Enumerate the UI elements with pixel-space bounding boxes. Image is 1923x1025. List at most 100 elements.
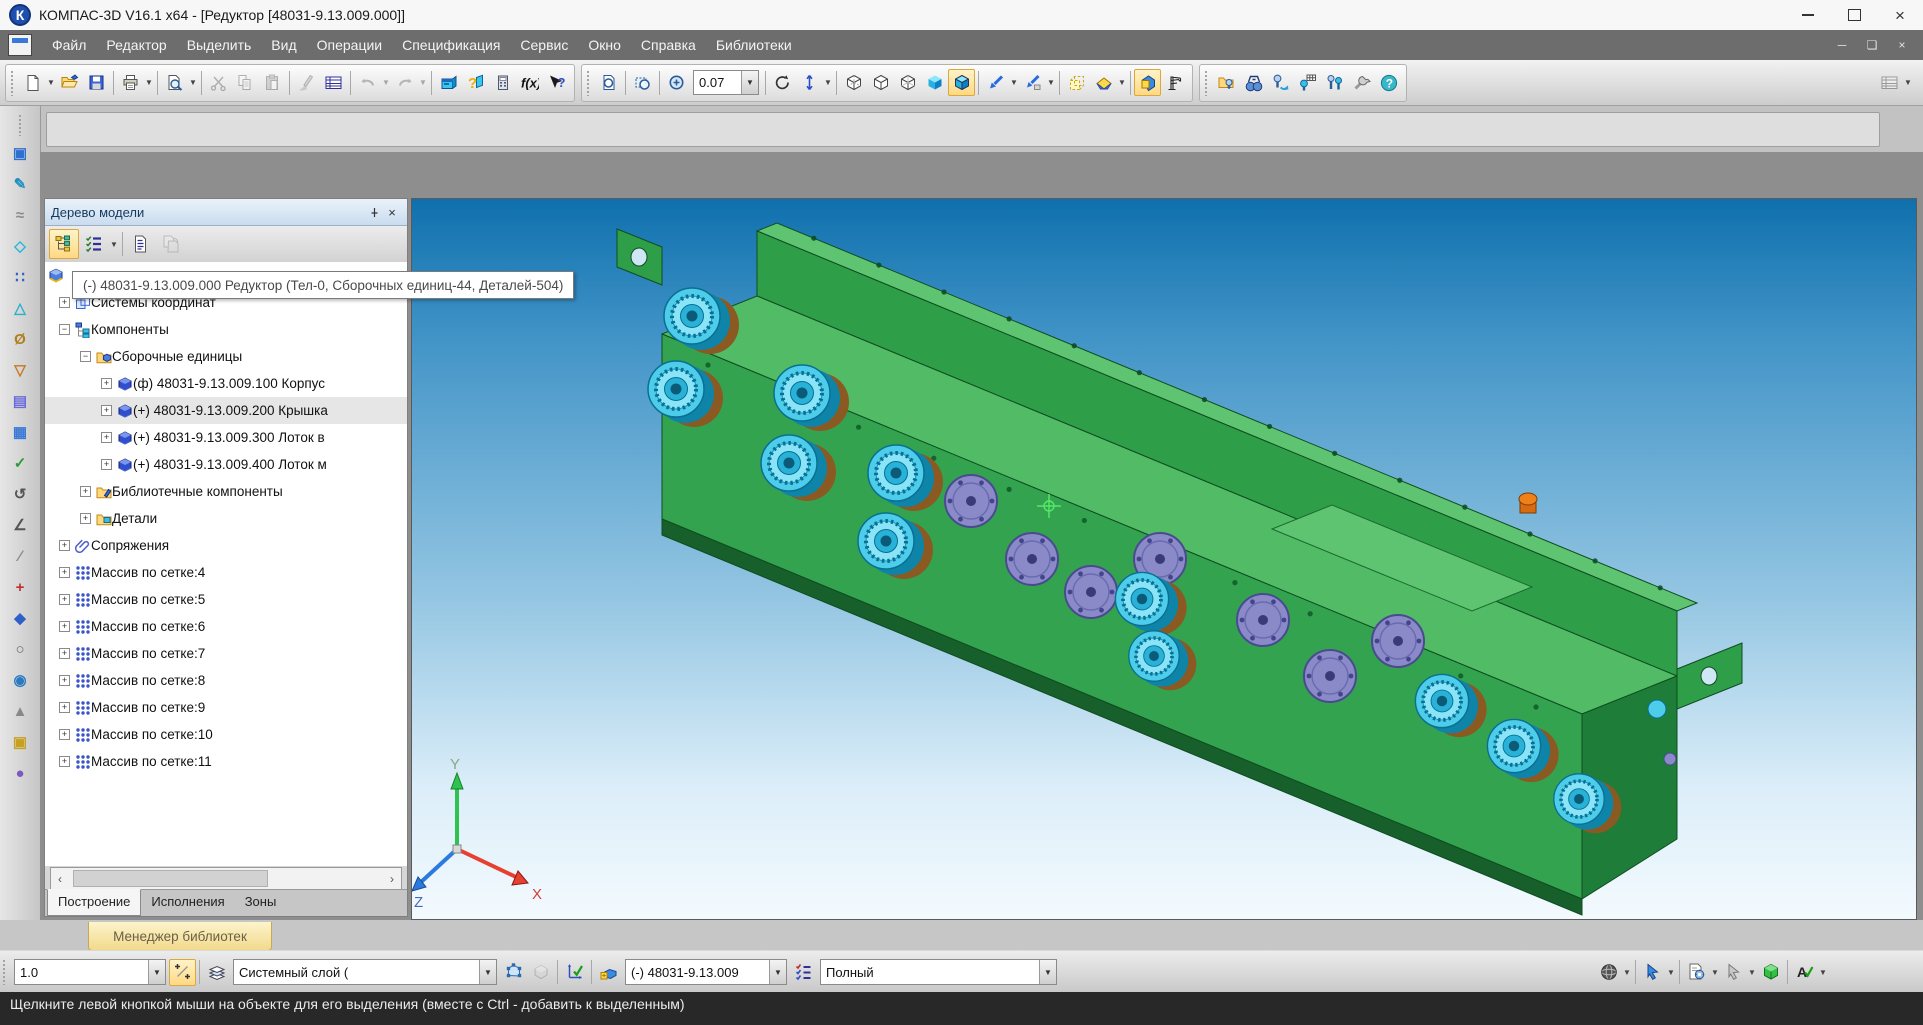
orient-normal-to-button[interactable] [982,69,1009,96]
close-panel-button[interactable]: × [383,203,401,221]
section-dropdown[interactable]: ▼ [1117,69,1127,96]
spell-check-dropdown[interactable]: ▼ [1818,959,1828,986]
menu-справка[interactable]: Справка [631,33,706,57]
orient-sketch-plane-button[interactable] [1019,69,1046,96]
library-folder-button[interactable] [1213,69,1240,96]
child-close-button[interactable]: × [1895,38,1909,52]
tree-item[interactable]: +(ф) 48031-9.13.009.100 Корпус [45,370,407,397]
display-wireframe-button[interactable] [840,69,867,96]
child-minimize-button[interactable]: ─ [1835,38,1849,52]
reports-button[interactable]: ▦ [6,419,34,446]
tree-horizontal-scrollbar[interactable]: ‹ › [50,867,402,890]
sheet-metal-button[interactable]: ▣ [6,729,34,756]
zoom-scale-combo[interactable]: 0.07▼ [693,70,759,95]
menu-библиотеки[interactable]: Библиотеки [706,33,802,57]
angle-dimension-button[interactable]: ∠ [6,512,34,539]
context-help-button[interactable]: ? [543,69,570,96]
component-relations-button[interactable] [156,229,186,259]
new-document-button[interactable] [19,69,46,96]
print-dropdown[interactable]: ▼ [144,69,154,96]
zoom-scale-dropdown-icon[interactable]: ▼ [741,71,758,94]
toolbar-options-dropdown[interactable]: ▼ [1903,69,1913,96]
expand-icon[interactable]: + [101,405,112,416]
detail-level-combo[interactable]: Полный▼ [820,959,1057,985]
zoom-area-button[interactable] [629,69,656,96]
snap-settings-button[interactable] [169,959,196,986]
print-button[interactable] [117,69,144,96]
cylinder-primitive-button[interactable]: ○ [6,636,34,663]
pin-button[interactable] [365,203,383,221]
display-hidden-thin-button[interactable] [894,69,921,96]
scroll-right-icon[interactable]: › [383,868,401,889]
library-tools-button[interactable] [1348,69,1375,96]
expand-icon[interactable]: + [80,513,91,524]
open-document-button[interactable] [56,69,83,96]
current-document-dropdown-icon[interactable]: ▼ [769,960,786,984]
auxiliary-geometry-button[interactable]: △ [6,295,34,322]
zoom-in-out-button[interactable] [663,69,690,96]
toolbar-grip[interactable] [586,70,591,96]
tree-item[interactable]: +Массив по сетке:8 [45,667,407,694]
view-orientation-button[interactable] [1595,959,1622,986]
move-component-button[interactable] [1720,959,1747,986]
detail-level-dropdown-icon[interactable]: ▼ [1039,960,1056,984]
selection-dropdown[interactable]: ▼ [1666,959,1676,986]
hide-objects-button[interactable] [1063,69,1090,96]
new-document-dropdown[interactable]: ▼ [46,69,56,96]
tree-item[interactable]: +Массив по сетке:6 [45,613,407,640]
tree-item[interactable]: −Сборочные единицы [45,343,407,370]
tree-composition-dropdown[interactable]: ▼ [109,231,119,258]
selection-pointer-button[interactable] [1639,959,1666,986]
display-cut-button[interactable] [1134,69,1161,96]
library-manager-tab[interactable]: Менеджер библиотек [88,922,272,951]
tree-structure-view-button[interactable] [49,229,79,259]
orientation-check-button[interactable] [561,959,588,986]
scroll-left-icon[interactable]: ‹ [51,868,69,889]
current-document-combo[interactable]: (-) 48031-9.13.009▼ [625,959,787,985]
section-surfaces-button[interactable] [1090,69,1117,96]
close-button[interactable]: × [1877,0,1923,30]
rotate-view-button[interactable] [769,69,796,96]
tree-item[interactable]: +Библиотечные компоненты [45,478,407,505]
current-scale-combo[interactable]: 1.0▼ [14,959,166,985]
current-layer-dropdown-icon[interactable]: ▼ [479,960,496,984]
tree-item[interactable]: +Массив по сетке:5 [45,586,407,613]
expand-icon[interactable]: + [59,567,70,578]
expand-icon[interactable]: + [101,459,112,470]
orient-dropdown[interactable]: ▼ [1009,69,1019,96]
cut-button[interactable] [205,69,232,96]
document-check-button[interactable]: ✓ [6,450,34,477]
tree-item[interactable]: +(+) 48031-9.13.009.400 Лоток м [45,451,407,478]
undo-dropdown[interactable]: ▼ [381,69,391,96]
expand-icon[interactable]: + [59,675,70,686]
sphere-primitive-button[interactable]: ◉ [6,667,34,694]
menu-сервис[interactable]: Сервис [510,33,578,57]
scrollbar-thumb[interactable] [73,870,268,887]
paste-button[interactable] [259,69,286,96]
measurements-3d-button[interactable]: Ø [6,326,34,353]
layers-button[interactable] [203,959,230,986]
undo-button[interactable] [354,69,381,96]
spell-check-button[interactable]: A [1791,959,1818,986]
find-component-button[interactable] [1240,69,1267,96]
sketch-mode-button[interactable] [500,959,527,986]
current-scale-dropdown-icon[interactable]: ▼ [148,960,165,984]
surfaces-button[interactable]: ◇ [6,233,34,260]
help-topics-button[interactable]: ? [462,69,489,96]
coordinate-axes-button[interactable]: + [6,574,34,601]
tree-item[interactable]: +Массив по сетке:11 [45,748,407,775]
filters-button[interactable]: ▽ [6,357,34,384]
minimize-button[interactable] [1785,0,1831,30]
expand-icon[interactable]: + [101,432,112,443]
toolbar-grip[interactable] [1204,70,1209,96]
zoom-document-button[interactable] [595,69,622,96]
fastener-set-button[interactable] [1321,69,1348,96]
menu-редактор[interactable]: Редактор [96,33,176,57]
tree-item[interactable]: +(+) 48031-9.13.009.200 Крышка [45,397,407,424]
collapse-icon[interactable]: − [80,351,91,362]
tree-item[interactable]: +Массив по сетке:10 [45,721,407,748]
variables-button[interactable]: f(x) [516,69,543,96]
library-help-button[interactable]: ? [1375,69,1402,96]
expand-icon[interactable]: + [59,540,70,551]
cone-primitive-button[interactable]: ▲ [6,698,34,725]
